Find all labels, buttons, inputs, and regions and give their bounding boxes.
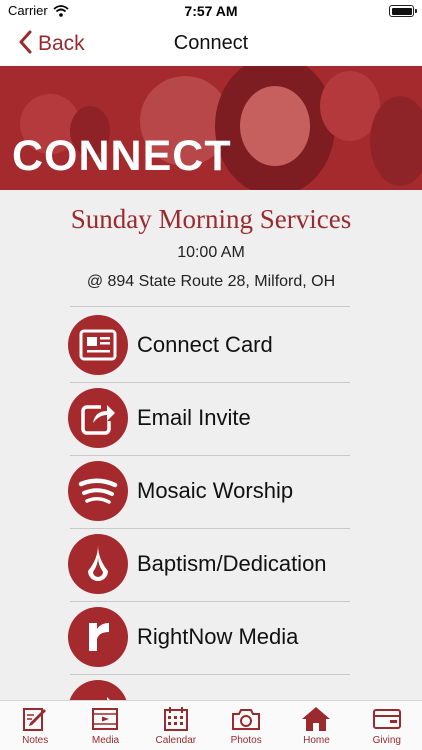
divider <box>70 674 350 675</box>
tab-bar: Notes Media Calendar Photos Home Giving <box>0 700 422 750</box>
tab-media[interactable]: Media <box>70 701 140 750</box>
spotify-icon <box>68 461 128 521</box>
tab-label: Photos <box>230 735 262 746</box>
divider <box>70 382 350 383</box>
media-icon <box>90 705 120 733</box>
divider <box>70 306 350 307</box>
clock: 7:57 AM <box>184 3 238 19</box>
tab-label: Notes <box>22 735 49 746</box>
service-address: @ 894 State Route 28, Milford, OH <box>86 273 336 290</box>
list-item-label: Baptism/Dedication <box>137 551 327 576</box>
tab-calendar[interactable]: Calendar <box>141 701 211 750</box>
status-bar: Carrier 7:57 AM <box>0 0 422 22</box>
water-drop-icon <box>68 534 128 594</box>
tab-label: Home <box>303 735 330 746</box>
list-item-mosaic-worship[interactable]: Mosaic Worship <box>68 460 368 522</box>
tab-home[interactable]: Home <box>281 701 351 750</box>
home-icon <box>301 705 331 733</box>
tab-photos[interactable]: Photos <box>211 701 281 750</box>
divider <box>70 455 350 456</box>
divider <box>70 528 350 529</box>
list-item-rightnow-media[interactable]: RightNow Media <box>68 606 368 668</box>
back-label: Back <box>38 32 85 55</box>
list-item-email-invite[interactable]: Email Invite <box>68 387 368 449</box>
list-item-label: Mosaic Worship <box>137 478 294 503</box>
navigation-bar: Back Connect <box>0 22 422 66</box>
list-item-connect-card[interactable]: Connect Card <box>68 314 368 376</box>
service-title: Sunday Morning Services <box>70 204 352 234</box>
hero-title: CONNECT <box>12 132 232 180</box>
notes-icon <box>20 705 50 733</box>
rightnow-icon <box>68 607 128 667</box>
divider <box>70 601 350 602</box>
list-item-label: Connect Card <box>137 332 273 357</box>
hero-banner: CONNECT <box>0 66 422 190</box>
card-icon <box>68 315 128 375</box>
tab-notes[interactable]: Notes <box>0 701 70 750</box>
tab-label: Calendar <box>155 735 197 746</box>
list-item-baptism-dedication[interactable]: Baptism/Dedication <box>68 533 368 595</box>
tab-label: Media <box>91 735 120 746</box>
tab-label: Giving <box>372 735 401 746</box>
battery-icon <box>389 5 417 17</box>
list-item-label: Email Invite <box>137 405 251 430</box>
wallet-icon <box>372 705 402 733</box>
list-item-label: RightNow Media <box>137 624 299 649</box>
tab-giving[interactable]: Giving <box>352 701 422 750</box>
calendar-icon <box>161 705 191 733</box>
camera-icon <box>231 705 261 733</box>
back-button[interactable]: Back <box>18 28 85 60</box>
chevron-left-icon <box>18 30 32 59</box>
share-icon <box>68 388 128 448</box>
service-time: 10:00 AM <box>177 244 245 261</box>
